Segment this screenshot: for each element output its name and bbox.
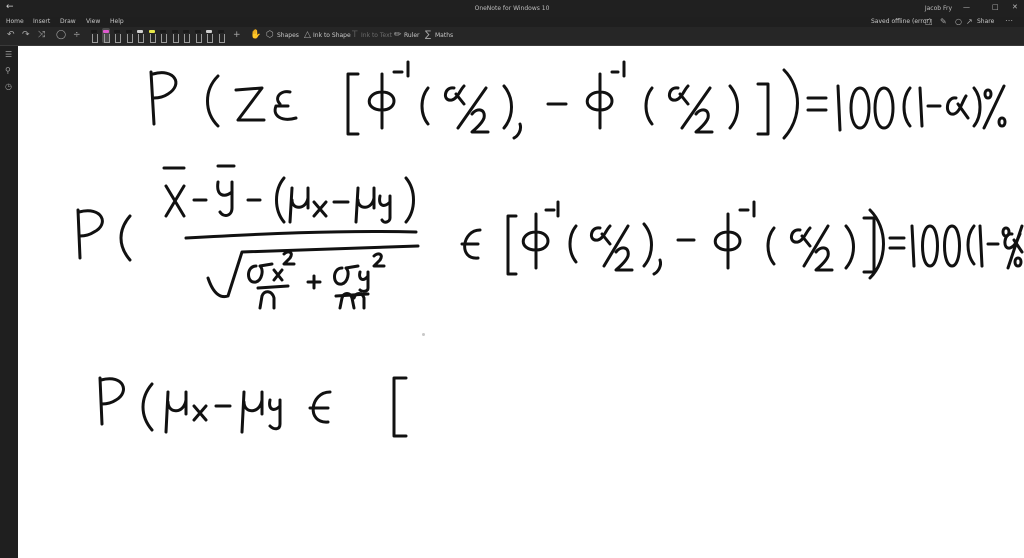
pen-tip-icon [206, 30, 212, 33]
close-icon[interactable]: ✕ [1012, 3, 1018, 11]
maths-button[interactable]: Maths [435, 32, 453, 39]
pen-body-icon [218, 34, 225, 43]
pen-tip-icon [137, 30, 143, 33]
pen-5[interactable] [136, 28, 144, 43]
minimize-icon[interactable]: — [963, 3, 970, 11]
ruler-button[interactable]: Ruler [404, 32, 420, 39]
pen-body-icon [138, 34, 144, 43]
pen-body-icon [184, 34, 190, 43]
ink-line-3 [98, 376, 408, 438]
draw-ribbon: ↶ ↷ ⤨ ◯ ÷ + ✋ ⬡ Shapes △ Ink to Shape T … [0, 27, 1024, 46]
pen-body-icon [92, 34, 98, 43]
undo-icon[interactable]: ↶ [7, 30, 15, 41]
pan-icon[interactable]: ✋ [250, 30, 261, 41]
pen-tip-icon [183, 30, 189, 33]
sync-status[interactable]: Saved offline (error) [871, 18, 931, 25]
pen-tip-icon [171, 30, 178, 33]
pen-1[interactable] [90, 28, 98, 43]
pen-4[interactable] [125, 28, 133, 43]
left-navigation-rail: ☰ ⚲ ◷ [0, 46, 18, 558]
share-button[interactable]: Share [977, 18, 994, 25]
note-canvas[interactable] [18, 46, 1024, 558]
pen-11[interactable] [205, 28, 213, 43]
add-pen-icon[interactable]: + [233, 30, 241, 41]
pen-8[interactable] [171, 28, 179, 43]
window-title: OneNote for Windows 10 [474, 5, 550, 12]
tab-insert[interactable]: Insert [33, 18, 50, 25]
pen-tip-icon [114, 30, 120, 33]
pen-body-icon [207, 34, 213, 43]
more-options-icon[interactable]: ⋯ [1005, 15, 1013, 26]
pen-6[interactable] [148, 28, 156, 43]
user-name[interactable]: Jacob Fry [925, 5, 952, 12]
notifications-icon[interactable]: □ [925, 16, 933, 27]
pen-body-icon [172, 34, 179, 43]
pen-tip-icon [217, 30, 224, 33]
notebooks-icon[interactable]: ☰ [5, 50, 12, 59]
pen-12[interactable] [217, 28, 225, 43]
pen-7[interactable] [159, 28, 167, 43]
pen-2[interactable] [101, 28, 110, 43]
lasso-select-icon[interactable]: ⤨ [38, 30, 45, 41]
maths-icon[interactable]: ∑ [425, 30, 431, 41]
ink-to-text-button: Ink to Text [361, 32, 393, 39]
ink-to-text-icon: T [352, 30, 358, 40]
lasso-icon[interactable]: ◯ [56, 30, 66, 41]
pen-9[interactable] [182, 28, 190, 43]
add-space-icon[interactable]: ÷ [73, 30, 81, 41]
ink-line-1 [149, 60, 1007, 140]
pen-body-icon [161, 34, 167, 43]
maximize-icon[interactable]: □ [992, 3, 999, 11]
tab-view[interactable]: View [86, 18, 100, 25]
pen-body-icon [195, 34, 202, 43]
ink-line-2 [76, 164, 1024, 310]
pen-tip-icon [194, 30, 201, 33]
tab-draw[interactable]: Draw [60, 18, 76, 28]
ink-to-shape-button[interactable]: Ink to Shape [313, 32, 351, 39]
pen-tip-icon [148, 30, 155, 33]
redo-icon[interactable]: ↷ [22, 30, 30, 41]
pen-body-icon [115, 34, 121, 43]
bell-icon[interactable]: ○ [955, 16, 962, 27]
tab-help[interactable]: Help [110, 18, 124, 25]
share-icon[interactable]: ↗ [966, 16, 973, 27]
shapes-icon[interactable]: ⬡ [266, 30, 274, 41]
search-icon[interactable]: ⚲ [5, 66, 11, 75]
pen-body-icon [126, 34, 133, 43]
pen-tip-icon [91, 30, 97, 33]
tab-home[interactable]: Home [6, 18, 24, 25]
ruler-icon[interactable]: ✏ [394, 30, 402, 41]
pen-3[interactable] [113, 28, 121, 43]
pen-tip-icon [160, 30, 166, 33]
handwritten-ink [76, 60, 1024, 438]
pen-body-icon [149, 34, 156, 43]
shapes-button[interactable]: Shapes [277, 32, 299, 39]
pen-10[interactable] [194, 28, 202, 43]
pen-icon[interactable]: ✎ [940, 16, 947, 27]
ink-to-shape-icon[interactable]: △ [304, 30, 311, 41]
pen-tip-icon [102, 30, 109, 33]
title-bar: ← OneNote for Windows 10 Jacob Fry — □ ✕ [0, 0, 1024, 17]
recent-notes-icon[interactable]: ◷ [5, 82, 12, 91]
pen-tip-icon [125, 30, 132, 33]
pen-body-icon [103, 34, 110, 43]
